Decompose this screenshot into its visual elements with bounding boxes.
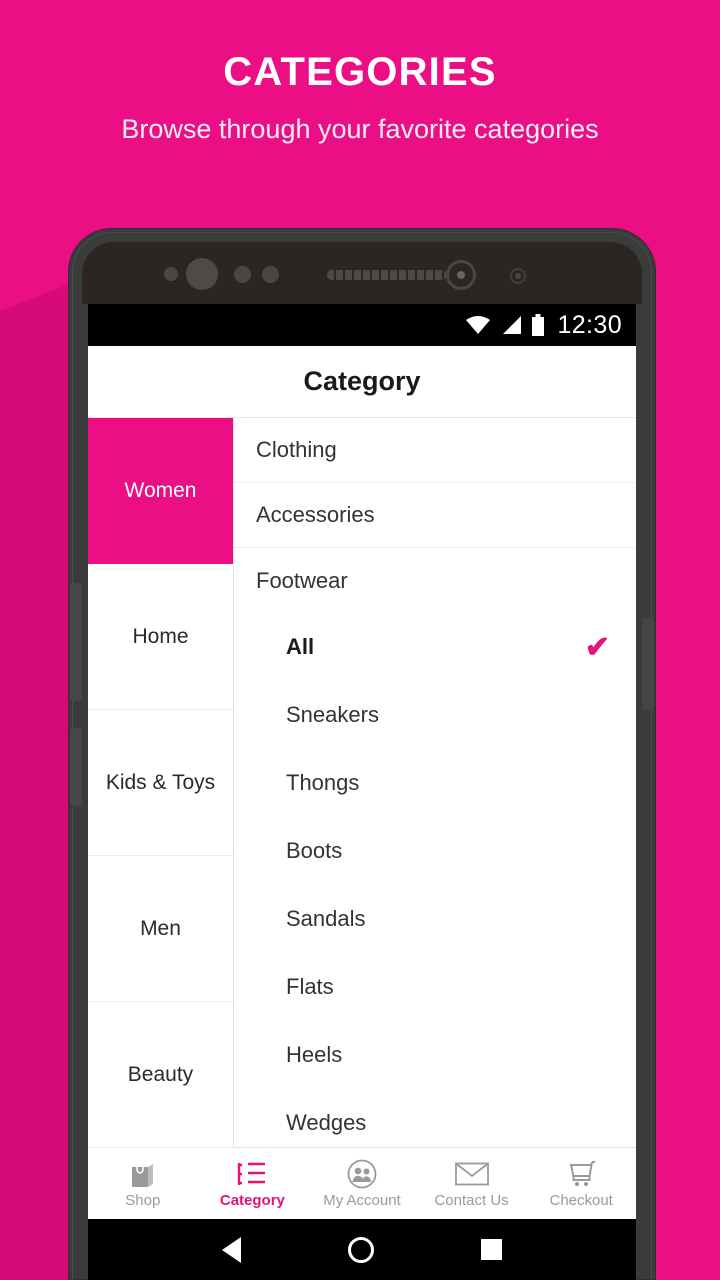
subcategory-label: Thongs <box>286 770 360 795</box>
subcategory-row-thongs[interactable]: Thongs <box>234 749 636 817</box>
subcategory-label: Flats <box>286 974 334 999</box>
app-body: Women Home Kids & Toys Men Beauty Clothing Ac… <box>88 418 636 1148</box>
sidebar-item-label: Women <box>124 478 197 502</box>
status-bar: 12:30 <box>88 304 636 346</box>
tab-checkout[interactable]: Checkout <box>526 1159 636 1209</box>
front-camera-lens-icon <box>457 271 465 279</box>
subcategory-row-flats[interactable]: Flats <box>234 953 636 1021</box>
category-row-accessories[interactable]: Accessories <box>234 483 636 548</box>
volume-up-button[interactable] <box>70 583 82 701</box>
sensor-icon <box>164 267 178 281</box>
phone-top-bezel <box>82 242 642 304</box>
sidebar-item-label: Kids & Toys <box>105 770 216 794</box>
category-row-footwear[interactable]: Footwear <box>234 548 636 613</box>
volume-down-button[interactable] <box>70 728 82 806</box>
subcategory-label: Boots <box>286 838 343 863</box>
shopping-bag-icon <box>129 1159 157 1189</box>
tab-label: Shop <box>125 1191 161 1209</box>
category-label: Accessories <box>256 502 375 527</box>
sidebar-item-men[interactable]: Men <box>88 856 233 1002</box>
sensor-icon <box>234 266 251 283</box>
tab-label: Checkout <box>549 1191 613 1209</box>
subcategory-label: Wedges <box>286 1110 367 1135</box>
subcategory-row-sandals[interactable]: Sandals <box>234 885 636 953</box>
android-nav-bar[interactable] <box>88 1219 636 1280</box>
earpiece-speaker-icon <box>327 270 447 280</box>
phone-screen: 12:30 Category Women Home Kids & Toys Men Be… <box>88 304 636 1280</box>
recents-button[interactable] <box>481 1239 503 1260</box>
back-button[interactable] <box>221 1236 241 1263</box>
subcategory-row-all[interactable]: All ✔ <box>234 613 636 681</box>
sidebar-item-label: Men <box>140 916 181 940</box>
sidebar-item-label: Beauty <box>127 1062 194 1086</box>
category-label: Footwear <box>256 567 348 593</box>
list-icon <box>237 1159 267 1189</box>
people-circle-icon <box>347 1159 377 1189</box>
shopping-cart-icon <box>565 1159 597 1189</box>
sidebar-item-home[interactable]: Home <box>88 564 233 710</box>
tab-shop[interactable]: Shop <box>88 1159 198 1209</box>
subcategory-row-sneakers[interactable]: Sneakers <box>234 681 636 749</box>
subcategory-row-heels[interactable]: Heels <box>234 1021 636 1089</box>
page-subtitle: Browse through your favorite categories <box>121 114 599 144</box>
tab-my-account[interactable]: My Account <box>307 1159 417 1209</box>
sidebar-item-beauty[interactable]: Beauty <box>88 1002 233 1148</box>
tab-label: My Account <box>323 1191 401 1209</box>
tab-label: Contact Us <box>434 1191 509 1209</box>
app-title: Category <box>303 366 421 396</box>
page-title: CATEGORIES <box>223 50 497 94</box>
signal-icon <box>500 315 522 335</box>
sidebar-item-women[interactable]: Women <box>88 418 233 564</box>
proximity-sensor-icon <box>186 258 218 290</box>
category-row-clothing[interactable]: Clothing <box>234 418 636 483</box>
category-label: Clothing <box>256 437 337 462</box>
subcategory-label: All <box>286 634 315 659</box>
subcategory-row-wedges[interactable]: Wedges <box>234 1089 636 1147</box>
sensor-icon <box>262 266 279 283</box>
status-bar-clock: 12:30 <box>557 310 622 339</box>
home-button[interactable] <box>347 1236 374 1263</box>
tab-label: Category <box>219 1191 285 1209</box>
promo-header: CATEGORIES Browse through your favorite … <box>0 0 720 215</box>
light-sensor-dot-icon <box>515 273 521 279</box>
sidebar-item-label: Home <box>132 624 189 648</box>
envelope-icon <box>454 1159 489 1189</box>
subcategory-label: Sandals <box>286 906 366 931</box>
category-sidebar[interactable]: Women Home Kids & Toys Men Beauty <box>88 418 234 1148</box>
subcategory-label: Heels <box>286 1042 343 1067</box>
sidebar-item-kids-toys[interactable]: Kids & Toys <box>88 710 233 856</box>
subcategory-label: Sneakers <box>286 702 379 727</box>
category-list[interactable]: Clothing Accessories Footwear All ✔ Sneakers T… <box>234 418 636 1147</box>
tab-contact-us[interactable]: Contact Us <box>417 1159 527 1209</box>
app-title-bar: Category <box>88 346 636 418</box>
battery-icon <box>531 314 545 336</box>
bottom-tab-bar[interactable]: Shop Category My Account Contact Us Checkout <box>88 1147 636 1219</box>
phone-mockup: 12:30 Category Women Home Kids & Toys Men Be… <box>68 228 656 1280</box>
subcategory-row-boots[interactable]: Boots <box>234 817 636 885</box>
wifi-icon <box>465 315 491 335</box>
tab-category[interactable]: Category <box>198 1159 308 1209</box>
check-icon: ✔ <box>584 630 610 664</box>
power-button[interactable] <box>642 618 654 710</box>
